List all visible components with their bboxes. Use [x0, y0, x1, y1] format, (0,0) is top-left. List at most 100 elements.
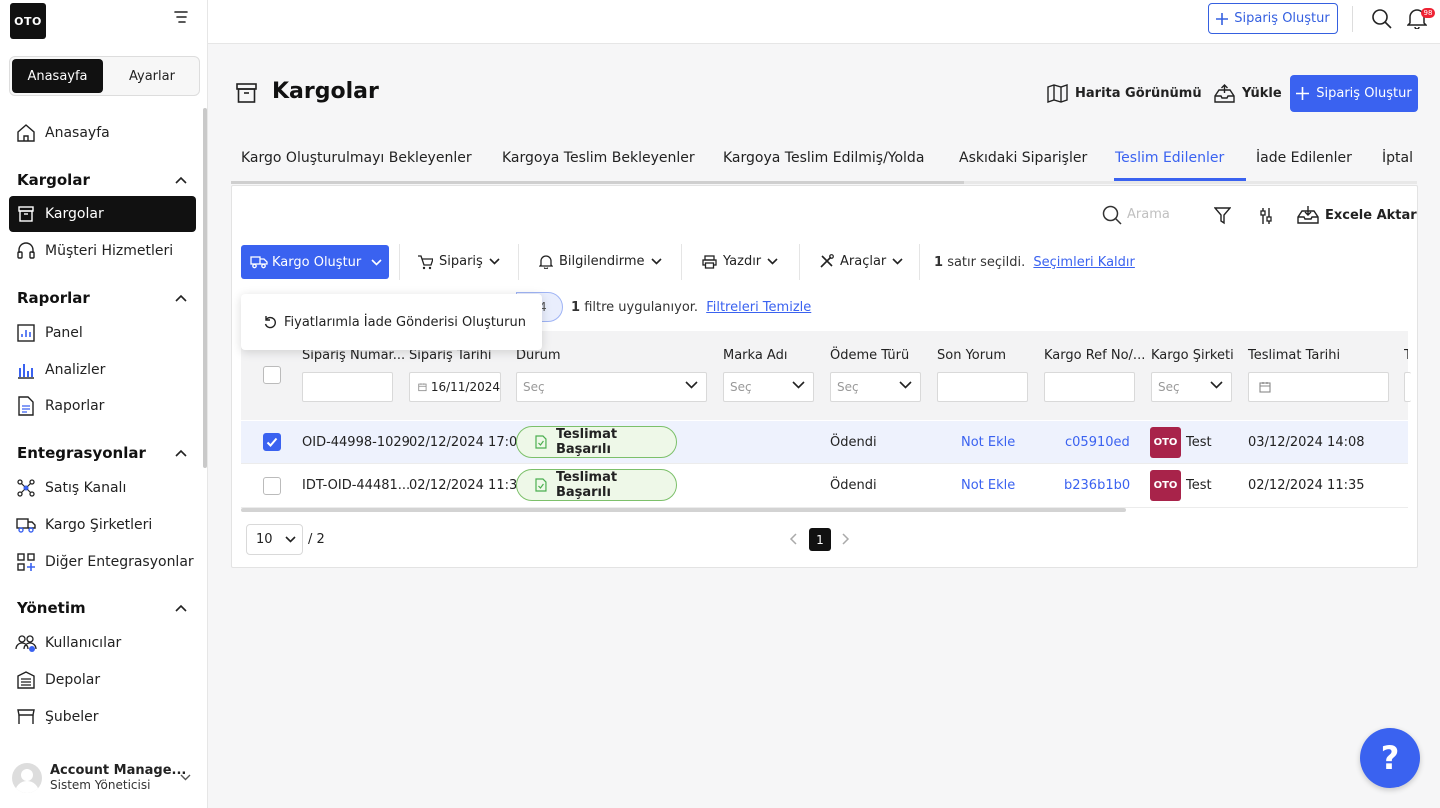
siparis-menu[interactable]: Sipariş	[417, 244, 500, 279]
sidebar-item-kargo-sirketleri[interactable]: Kargo Şirketleri	[9, 507, 196, 543]
section-raporlar[interactable]: Raporlar	[17, 286, 187, 310]
tab-iade-edilenler[interactable]: İade Edilenler	[1256, 150, 1352, 166]
next-page-icon[interactable]	[842, 533, 850, 545]
sidebar-item-musteri[interactable]: Müşteri Hizmetleri	[9, 233, 196, 269]
table-horizontal-scrollbar[interactable]	[241, 508, 1126, 512]
filter-order-date-input[interactable]: 16/11/2024	[409, 372, 501, 402]
sidebar: OTO Anasayfa Ayarlar Anasayfa Kargolar K…	[0, 0, 208, 808]
add-note-link[interactable]: Not Ekle	[961, 478, 1015, 493]
sidebar-item-subeler[interactable]: Şubeler	[9, 699, 196, 724]
tabs-scrollbar[interactable]	[231, 181, 964, 184]
cell-payment: Ödendi	[830, 435, 877, 450]
filter-carrier-select[interactable]: Seç	[1151, 372, 1232, 402]
section-kargolar[interactable]: Kargolar	[17, 168, 187, 192]
tab-kargoya-teslim-edilmis[interactable]: Kargoya Teslim Edilmiş/Yolda	[723, 150, 924, 166]
top-create-order-button[interactable]: Sipariş Oluştur	[1208, 3, 1338, 34]
row-checkbox[interactable]	[263, 433, 281, 451]
filter-date-value: 16/11/2024	[430, 380, 500, 394]
sidebar-scrollbar[interactable]	[203, 108, 207, 468]
switch-home[interactable]: Anasayfa	[12, 59, 103, 93]
document-icon	[15, 395, 37, 417]
bilgilendirme-menu[interactable]: Bilgilendirme	[539, 244, 662, 279]
search-icon[interactable]	[1371, 8, 1392, 29]
sidebar-item-raporlar[interactable]: Raporlar	[9, 388, 196, 424]
upload-button[interactable]: Yükle	[1214, 80, 1282, 106]
clear-filters-link[interactable]: Filtreleri Temizle	[706, 300, 811, 315]
kargo-olustur-button[interactable]: Kargo Oluştur	[241, 245, 389, 279]
filter-cargo-ref-input[interactable]	[1044, 372, 1135, 402]
filter-icon[interactable]	[1214, 207, 1231, 225]
yazdir-menu[interactable]: Yazdır	[702, 244, 778, 279]
filter-status-select[interactable]: Seç	[516, 372, 707, 402]
cell-order-no[interactable]: OID-44998-1029	[302, 435, 410, 450]
tab-kargo-olusturulmayi-bekleyenler[interactable]: Kargo Oluşturulmayı Bekleyenler	[241, 150, 472, 166]
search-icon	[1102, 205, 1122, 225]
account-menu[interactable]: Account Manage... Sistem Yöneticisi	[12, 760, 198, 796]
col-header-order-no[interactable]: Sipariş Numar...	[302, 348, 405, 363]
page-size-select[interactable]: 10	[246, 524, 303, 555]
tab-iptal[interactable]: İptal	[1382, 150, 1413, 166]
filter-payment-select[interactable]: Seç	[830, 372, 921, 402]
column-settings-icon[interactable]	[1258, 206, 1274, 226]
col-header-brand[interactable]: Marka Adı	[723, 348, 787, 363]
app-logo[interactable]: OTO	[10, 3, 46, 39]
current-page[interactable]: 1	[809, 528, 831, 551]
col-header-next[interactable]: T	[1404, 348, 1408, 363]
cell-cargo-ref[interactable]: c05910ed	[1065, 435, 1130, 450]
col-header-delivery-date[interactable]: Teslimat Tarihi	[1248, 348, 1340, 363]
sidebar-item-panel[interactable]: Panel	[9, 315, 196, 351]
col-header-cargo-ref[interactable]: Kargo Ref No/...	[1044, 348, 1145, 363]
filter-comment-input[interactable]	[937, 372, 1028, 402]
select-all-checkbox[interactable]	[263, 366, 281, 384]
search-input[interactable]: Arama	[1127, 207, 1170, 222]
col-header-payment[interactable]: Ödeme Türü	[830, 348, 909, 363]
cell-cargo-ref[interactable]: b236b1b0	[1064, 478, 1130, 493]
sidebar-item-label: Kargo Şirketleri	[45, 517, 153, 533]
section-yonetim[interactable]: Yönetim	[17, 596, 187, 620]
row-checkbox[interactable]	[263, 477, 281, 495]
chevron-up-icon	[175, 449, 187, 457]
undo-icon	[264, 316, 276, 329]
tab-askidaki-siparisler[interactable]: Askıdaki Siparişler	[959, 150, 1087, 166]
col-header-order-date[interactable]: Sipariş Tarihi	[409, 348, 492, 363]
switch-settings[interactable]: Ayarlar	[108, 59, 196, 93]
col-header-carrier[interactable]: Kargo Şirketi	[1151, 348, 1234, 363]
sidebar-item-analizler[interactable]: Analizler	[9, 352, 196, 388]
tab-teslim-edilenler[interactable]: Teslim Edilenler	[1115, 150, 1224, 166]
menu-collapse-icon[interactable]	[174, 11, 188, 23]
chevron-down-icon	[792, 381, 805, 389]
sidebar-item-home[interactable]: Anasayfa	[9, 115, 196, 151]
clear-selection-link[interactable]: Seçimleri Kaldır	[1033, 255, 1134, 270]
sidebar-item-kullanicilar[interactable]: Kullanıcılar	[9, 625, 196, 661]
help-button[interactable]: ?	[1360, 728, 1420, 788]
add-note-link[interactable]: Not Ekle	[961, 435, 1015, 450]
chevron-down-icon	[180, 774, 191, 781]
col-header-status[interactable]: Durum	[516, 348, 561, 363]
sidebar-item-diger[interactable]: Diğer Entegrasyonlar	[9, 544, 196, 580]
filter-order-no-input[interactable]	[302, 372, 393, 402]
col-header-last-comment[interactable]: Son Yorum	[937, 348, 1006, 363]
store-icon	[15, 706, 37, 724]
button-label: Kargo Oluştur	[272, 254, 362, 270]
return-shipment-option[interactable]: Fiyatlarımla İade Gönderisi Oluşturun	[284, 315, 526, 330]
sidebar-item-kargolar[interactable]: Kargolar	[9, 196, 196, 232]
create-order-button[interactable]: Sipariş Oluştur	[1290, 75, 1418, 112]
cell-order-no[interactable]: IDT-OID-44481...	[302, 478, 410, 493]
plus-icon	[1296, 87, 1310, 100]
araclar-menu[interactable]: Araçlar	[819, 244, 903, 279]
prev-page-icon[interactable]	[789, 533, 797, 545]
filter-next-input[interactable]	[1404, 372, 1411, 402]
map-view-button[interactable]: Harita Görünümü	[1047, 80, 1202, 106]
chevron-down-icon	[284, 536, 296, 543]
selected-text: satır seçildi.	[947, 255, 1026, 270]
chevron-up-icon	[175, 604, 187, 612]
filter-brand-select[interactable]: Seç	[723, 372, 814, 402]
sidebar-item-depolar[interactable]: Depolar	[9, 662, 196, 698]
section-title: Kargolar	[17, 171, 90, 189]
export-excel-button[interactable]: Excele Aktar	[1297, 205, 1417, 225]
tab-kargoya-teslim-bekleyenler[interactable]: Kargoya Teslim Bekleyenler	[502, 150, 695, 166]
filter-delivery-date-input[interactable]	[1248, 372, 1389, 402]
kargo-olustur-dropdown: Fiyatlarımla İade Gönderisi Oluşturun	[241, 294, 542, 350]
sidebar-item-satis[interactable]: Satış Kanalı	[9, 470, 196, 506]
section-entegrasyonlar[interactable]: Entegrasyonlar	[17, 441, 187, 465]
